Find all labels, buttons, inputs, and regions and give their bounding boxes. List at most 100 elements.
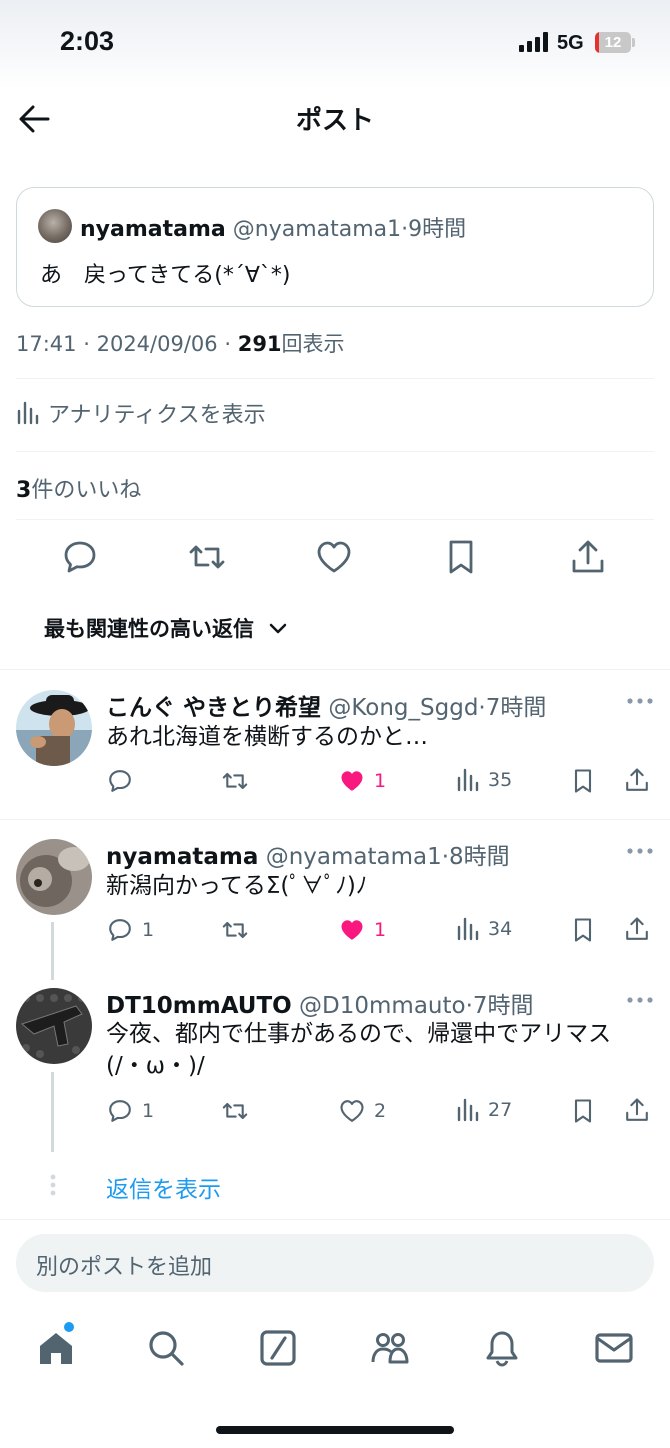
- reply-icon: [106, 916, 134, 944]
- thread-line: [51, 1072, 54, 1152]
- post-date: 2024/09/06: [96, 332, 218, 356]
- author-name[interactable]: nyamatama: [80, 217, 226, 242]
- divider: [16, 378, 654, 379]
- analytics-link[interactable]: アナリティクスを表示: [16, 397, 266, 429]
- like-button[interactable]: 2: [338, 1097, 386, 1125]
- grok-icon[interactable]: [258, 1328, 298, 1368]
- page-title: ポスト: [295, 106, 374, 136]
- reply-text-line: (/・ω・)/: [106, 1053, 205, 1079]
- reply-text: 新潟向かってるΣ(ﾟ∀ﾟﾉ)ﾉ: [106, 873, 368, 899]
- avatar[interactable]: [38, 209, 72, 243]
- bookmark-icon[interactable]: [569, 767, 597, 795]
- reply-header: こんぐ やきとり希望 @Kong_Sggd·7時間: [106, 695, 547, 721]
- author-name[interactable]: nyamatama: [106, 844, 258, 870]
- like-icon[interactable]: [314, 537, 354, 577]
- repost-button[interactable]: [220, 916, 250, 944]
- author-name[interactable]: DT10mmAUTO: [106, 993, 292, 1019]
- share-icon[interactable]: [568, 537, 608, 577]
- post-age: 9時間: [408, 217, 467, 242]
- repost-icon: [220, 767, 250, 795]
- author-handle: @D10mmauto: [299, 993, 466, 1019]
- avatar[interactable]: [16, 839, 92, 915]
- avatar[interactable]: [16, 988, 92, 1064]
- reply-icon: [106, 767, 134, 795]
- repost-icon[interactable]: [187, 537, 227, 577]
- quoted-post-text: あ 戻ってきてる(*´∀`*): [40, 263, 291, 288]
- view-count: 291: [237, 332, 282, 356]
- post-age: 7時間: [485, 695, 547, 721]
- divider: [16, 451, 654, 452]
- reply-button[interactable]: 1: [106, 1097, 154, 1125]
- home-indicator: [216, 1426, 454, 1434]
- like-count: 1: [374, 770, 387, 792]
- reply-button[interactable]: [106, 767, 142, 795]
- likes-summary[interactable]: 3件のいいね: [16, 472, 141, 504]
- analytics-icon: [456, 916, 480, 942]
- view-count: 27: [488, 1099, 513, 1121]
- reply-text-line: 今夜、都内で仕事があるので、帰還中でアリマス: [106, 1021, 612, 1047]
- divider: [0, 1219, 670, 1220]
- view-count: 34: [488, 918, 513, 940]
- reply-count: 1: [142, 1100, 155, 1122]
- reply-button[interactable]: 1: [106, 916, 154, 944]
- avatar[interactable]: [16, 690, 92, 766]
- thread-dots: [49, 1174, 57, 1196]
- views-button[interactable]: 27: [456, 1097, 512, 1123]
- repost-button[interactable]: [220, 767, 250, 795]
- share-icon[interactable]: [623, 766, 651, 794]
- divider: [16, 519, 654, 520]
- reply-icon: [106, 1097, 134, 1125]
- analytics-icon: [16, 401, 40, 425]
- share-icon[interactable]: [623, 1096, 651, 1124]
- battery-icon: 12: [595, 32, 631, 53]
- communities-icon[interactable]: [370, 1328, 410, 1368]
- signal-icon: [519, 32, 549, 52]
- analytics-icon: [456, 767, 480, 793]
- reply-text: あれ北海道を横断するのかと…: [106, 724, 428, 750]
- bookmark-icon[interactable]: [569, 916, 597, 944]
- reply-header: DT10mmAUTO @D10mmauto·7時間: [106, 993, 534, 1019]
- thread-line: [51, 922, 54, 980]
- like-count: 1: [374, 919, 387, 941]
- views-button[interactable]: 34: [456, 916, 512, 942]
- notifications-icon[interactable]: [482, 1328, 522, 1368]
- chevron-down-icon: [268, 621, 288, 635]
- reply-icon[interactable]: [60, 537, 100, 577]
- heart-icon: [338, 1097, 366, 1125]
- notification-dot: [64, 1322, 74, 1332]
- post-age: 8時間: [449, 844, 510, 870]
- repost-button[interactable]: [220, 1097, 250, 1125]
- more-icon[interactable]: [626, 996, 654, 1004]
- like-button[interactable]: 1: [338, 767, 386, 795]
- battery-nub: [632, 38, 635, 47]
- compose-placeholder: 別のポストを追加: [36, 1255, 213, 1280]
- author-name[interactable]: こんぐ やきとり希望: [106, 695, 321, 721]
- home-icon[interactable]: [36, 1328, 76, 1368]
- like-button[interactable]: 1: [338, 916, 386, 944]
- likes-label: 件のいいね: [31, 478, 142, 503]
- reply-sort-dropdown[interactable]: 最も関連性の高い返信: [44, 613, 288, 643]
- more-icon[interactable]: [626, 847, 654, 855]
- author-handle: @nyamatama1: [265, 844, 442, 870]
- reply-text: 今夜、都内で仕事があるので、帰還中でアリマス (/・ω・)/: [106, 1018, 646, 1082]
- view-count-label: 回表示: [281, 332, 345, 356]
- divider: [0, 819, 670, 820]
- views-button[interactable]: 35: [456, 767, 512, 793]
- add-post-input[interactable]: 別のポストを追加: [16, 1234, 654, 1292]
- heart-filled-icon: [338, 916, 366, 944]
- quoted-post-card[interactable]: [16, 187, 654, 307]
- author-handle: @Kong_Sggd: [328, 695, 479, 721]
- more-icon[interactable]: [626, 697, 654, 705]
- messages-icon[interactable]: [594, 1328, 634, 1368]
- show-replies-link[interactable]: 返信を表示: [106, 1170, 221, 1204]
- analytics-icon: [456, 1097, 480, 1123]
- network-type: 5G: [557, 32, 584, 54]
- search-icon[interactable]: [146, 1328, 186, 1368]
- bookmark-icon[interactable]: [441, 537, 481, 577]
- share-icon[interactable]: [623, 915, 651, 943]
- bookmark-icon[interactable]: [569, 1097, 597, 1125]
- post-meta: 17:41 · 2024/09/06 · 291回表示: [16, 332, 345, 356]
- repost-icon: [220, 1097, 250, 1125]
- view-count: 35: [488, 769, 513, 791]
- heart-filled-icon: [338, 767, 366, 795]
